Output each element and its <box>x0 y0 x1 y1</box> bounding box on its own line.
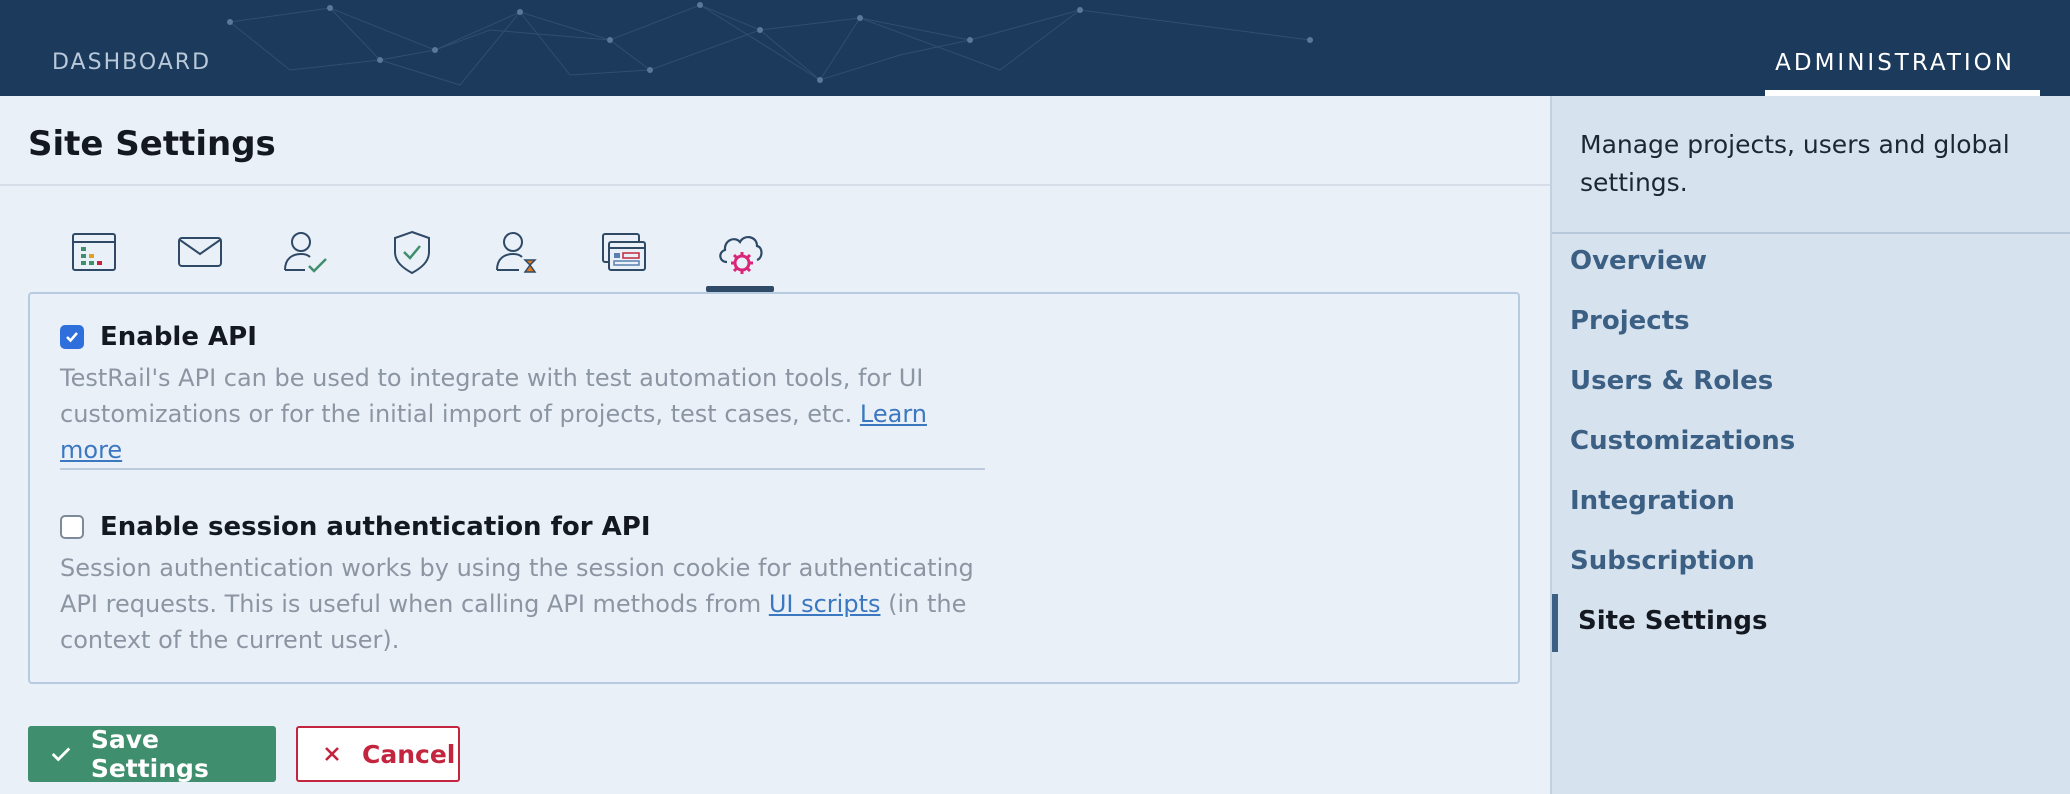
session-auth-label[interactable]: Enable session authentication for API <box>100 512 651 542</box>
sidebar-description: Manage projects, users and global settin… <box>1580 130 2010 197</box>
session-auth-checkbox[interactable] <box>60 515 84 539</box>
main-content: Site Settings Enable API TestRail's API … <box>0 96 1550 794</box>
windows-icon <box>602 233 646 271</box>
checkmark-icon <box>66 332 78 343</box>
sidebar-divider <box>1552 232 2070 234</box>
tab-security[interactable] <box>378 228 446 292</box>
ui-scripts-link[interactable]: UI scripts <box>769 590 881 618</box>
cancel-label: Cancel <box>362 739 456 769</box>
top-navigation-bar: DASHBOARD ADMINISTRATION <box>0 0 2070 96</box>
grid-icon <box>72 233 116 271</box>
sidebar-item-users-roles[interactable]: Users & Roles <box>1570 366 1773 396</box>
sidebar-item-overview[interactable]: Overview <box>1570 246 1707 276</box>
header-network-pattern <box>227 2 1313 86</box>
session-auth-description: Session authentication works by using th… <box>60 554 974 654</box>
enable-api-checkbox[interactable] <box>60 325 84 349</box>
user-hourglass-icon <box>496 232 537 273</box>
admin-sidebar: Manage projects, users and global settin… <box>1550 96 2070 794</box>
sidebar-active-indicator <box>1552 594 1558 652</box>
close-icon <box>320 742 344 766</box>
sidebar-item-integration[interactable]: Integration <box>1570 486 1735 516</box>
sidebar-item-projects[interactable]: Projects <box>1570 306 1690 336</box>
tab-general[interactable] <box>60 228 128 292</box>
shield-check-icon <box>394 230 430 275</box>
session-auth-option: Enable session authentication for API Se… <box>60 512 980 658</box>
enable-api-label[interactable]: Enable API <box>100 322 257 352</box>
sidebar-item-customizations[interactable]: Customizations <box>1570 426 1795 456</box>
mail-icon <box>178 237 222 267</box>
api-settings-panel: Enable API TestRail's API can be used to… <box>28 292 1520 684</box>
tab-login[interactable] <box>272 228 340 292</box>
options-divider <box>60 468 985 470</box>
title-divider <box>0 184 1550 186</box>
sidebar-item-site-settings[interactable]: Site Settings <box>1578 606 1767 636</box>
user-check-icon <box>284 232 327 273</box>
tab-email[interactable] <box>166 228 234 292</box>
tab-user-sessions[interactable] <box>484 228 552 292</box>
cloud-gear-icon <box>719 236 763 274</box>
save-settings-button[interactable]: Save Settings <box>28 725 276 783</box>
enable-api-description: TestRail's API can be used to integrate … <box>60 364 927 464</box>
cancel-button[interactable]: Cancel <box>296 726 460 782</box>
check-icon <box>50 742 73 766</box>
sidebar-item-subscription[interactable]: Subscription <box>1570 546 1755 576</box>
nav-dashboard-link[interactable]: DASHBOARD <box>52 50 211 75</box>
save-settings-label: Save Settings <box>90 725 209 783</box>
tab-api[interactable] <box>706 228 774 292</box>
enable-api-option: Enable API TestRail's API can be used to… <box>60 322 980 468</box>
tab-ui[interactable] <box>590 228 658 292</box>
nav-administration-link[interactable]: ADMINISTRATION <box>1775 50 2015 76</box>
page-title: Site Settings <box>28 124 276 164</box>
